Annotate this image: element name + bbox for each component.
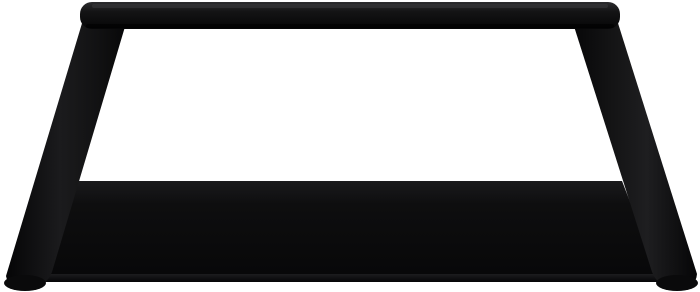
black-stand-illustration <box>4 2 698 291</box>
base-shelf <box>45 181 658 274</box>
product-photo <box>0 0 700 292</box>
left-foot <box>4 275 46 291</box>
base-shelf-front-lip <box>40 274 662 282</box>
top-bar-underside <box>86 24 614 28</box>
top-bar-highlight <box>92 4 608 8</box>
right-foot <box>656 275 698 291</box>
